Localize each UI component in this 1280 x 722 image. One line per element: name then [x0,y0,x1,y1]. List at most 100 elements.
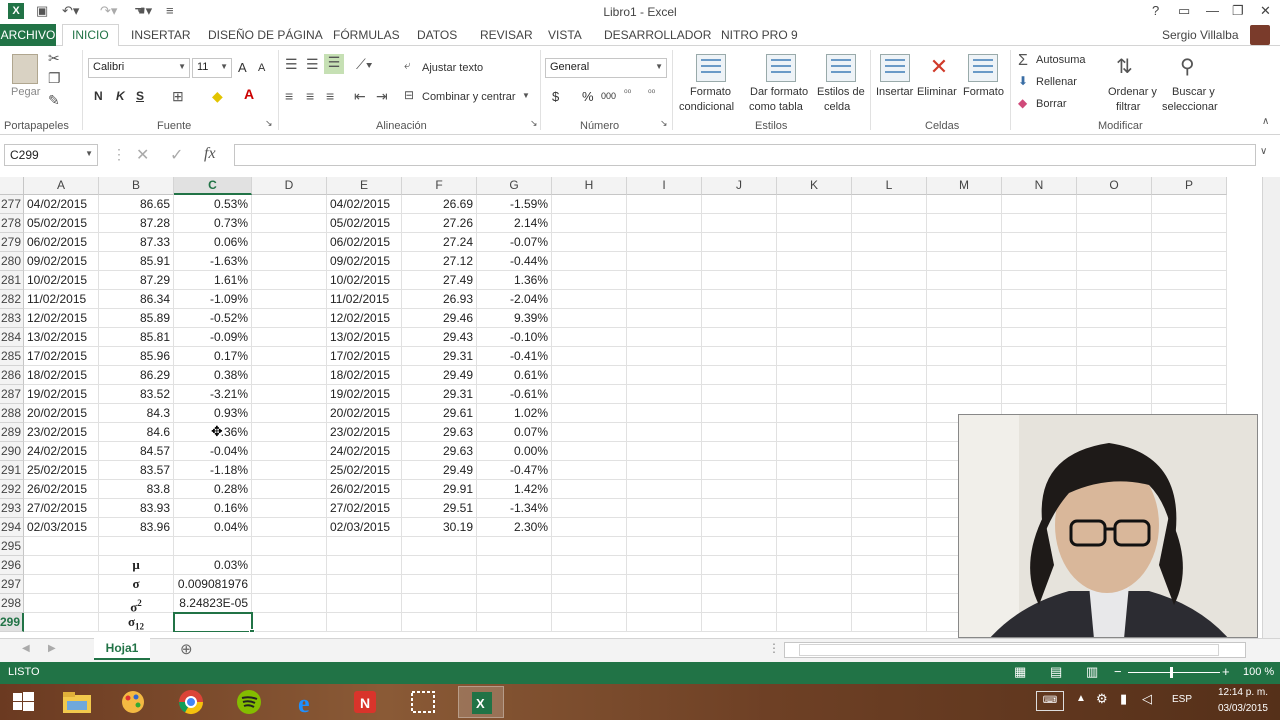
cell-d288[interactable] [252,404,327,423]
cell-p281[interactable] [1152,271,1227,290]
cell-b281[interactable]: 87.29 [99,271,174,290]
cell-n279[interactable] [1002,233,1077,252]
cell-c281[interactable]: 1.61% [174,271,252,290]
cell-g294[interactable]: 2.30% [477,518,552,537]
cell-h298[interactable] [552,594,627,613]
cell-c294[interactable]: 0.04% [174,518,252,537]
cell-j287[interactable] [702,385,777,404]
cell-f292[interactable]: 29.91 [402,480,477,499]
cell-d294[interactable] [252,518,327,537]
cell-l291[interactable] [852,461,927,480]
sort-filter-label-1[interactable]: Ordenar y [1108,86,1157,98]
volume-icon[interactable]: ◁ [1142,691,1152,707]
cell-i289[interactable] [627,423,702,442]
cell-g281[interactable]: 1.36% [477,271,552,290]
cell-e284[interactable]: 13/02/2015 [327,328,402,347]
conditional-format-label-1[interactable]: Formato [690,86,731,98]
scrollbar-thumb[interactable] [799,644,1219,656]
cell-f297[interactable] [402,575,477,594]
insert-function-button[interactable]: fx [204,145,216,163]
cell-j280[interactable] [702,252,777,271]
cell-g291[interactable]: -0.47% [477,461,552,480]
cell-l289[interactable] [852,423,927,442]
cell-m281[interactable] [927,271,1002,290]
column-header-h[interactable]: H [552,177,627,195]
cell-j278[interactable] [702,214,777,233]
row-header[interactable]: 289 [0,423,24,442]
cell-j286[interactable] [702,366,777,385]
normal-view-icon[interactable]: ▦ [1014,664,1026,680]
cell-f296[interactable] [402,556,477,575]
cell-b299[interactable]: σ12 [99,613,174,632]
cell-b280[interactable]: 85.91 [99,252,174,271]
cell-g296[interactable] [477,556,552,575]
cell-c280[interactable]: -1.63% [174,252,252,271]
cell-j281[interactable] [702,271,777,290]
cell-p283[interactable] [1152,309,1227,328]
cell-h299[interactable] [552,613,627,632]
format-cells-icon[interactable] [968,54,998,82]
orientation-icon[interactable]: ⟋▾ [356,56,373,73]
cell-d293[interactable] [252,499,327,518]
cell-l287[interactable] [852,385,927,404]
chevron-down-icon[interactable]: ▼ [522,91,530,100]
cell-d284[interactable] [252,328,327,347]
cell-a290[interactable]: 24/02/2015 [24,442,99,461]
row-header[interactable]: 291 [0,461,24,480]
cell-p285[interactable] [1152,347,1227,366]
tab-datos[interactable]: DATOS [417,28,457,42]
cell-e283[interactable]: 12/02/2015 [327,309,402,328]
cell-e278[interactable]: 05/02/2015 [327,214,402,233]
cell-k299[interactable] [777,613,852,632]
row-header[interactable]: 298 [0,594,24,613]
cell-m277[interactable] [927,195,1002,214]
cell-a291[interactable]: 25/02/2015 [24,461,99,480]
cell-a281[interactable]: 10/02/2015 [24,271,99,290]
cell-j291[interactable] [702,461,777,480]
row-header[interactable]: 283 [0,309,24,328]
sort-filter-icon[interactable]: ⇅ [1116,54,1133,79]
bold-button[interactable]: N [94,89,103,103]
currency-button[interactable]: $ [552,89,559,104]
cell-g293[interactable]: -1.34% [477,499,552,518]
row-header[interactable]: 297 [0,575,24,594]
align-center-icon[interactable]: ≡ [306,88,314,104]
cell-j292[interactable] [702,480,777,499]
cell-j298[interactable] [702,594,777,613]
cell-b291[interactable]: 83.57 [99,461,174,480]
cell-b284[interactable]: 85.81 [99,328,174,347]
column-header-b[interactable]: B [99,177,174,195]
row-header[interactable]: 277 [0,195,24,214]
cell-i287[interactable] [627,385,702,404]
cell-f285[interactable]: 29.31 [402,347,477,366]
zoom-in-icon[interactable]: + [1222,664,1230,679]
row-header[interactable]: 284 [0,328,24,347]
cell-p278[interactable] [1152,214,1227,233]
active-cell-selection[interactable] [173,612,253,632]
cell-e289[interactable]: 23/02/2015 [327,423,402,442]
cell-i297[interactable] [627,575,702,594]
font-color-icon[interactable]: A [244,86,254,102]
cell-d278[interactable] [252,214,327,233]
cell-e282[interactable]: 11/02/2015 [327,290,402,309]
network-icon[interactable]: ▮ [1120,691,1127,707]
cell-i292[interactable] [627,480,702,499]
cell-d277[interactable] [252,195,327,214]
cell-h289[interactable] [552,423,627,442]
cell-i282[interactable] [627,290,702,309]
cell-j285[interactable] [702,347,777,366]
tray-app-icon[interactable]: ⚙ [1096,691,1108,707]
cell-i291[interactable] [627,461,702,480]
close-button[interactable]: ✕ [1260,3,1271,19]
cell-f283[interactable]: 29.46 [402,309,477,328]
cell-c283[interactable]: -0.52% [174,309,252,328]
format-painter-icon[interactable]: ✎ [48,92,60,109]
fill-icon[interactable]: ⬇ [1018,74,1028,88]
cell-k297[interactable] [777,575,852,594]
column-header-i[interactable]: I [627,177,702,195]
delete-cells-icon[interactable]: ✕ [924,54,954,82]
cell-j289[interactable] [702,423,777,442]
cell-m280[interactable] [927,252,1002,271]
cell-g295[interactable] [477,537,552,556]
cell-o286[interactable] [1077,366,1152,385]
